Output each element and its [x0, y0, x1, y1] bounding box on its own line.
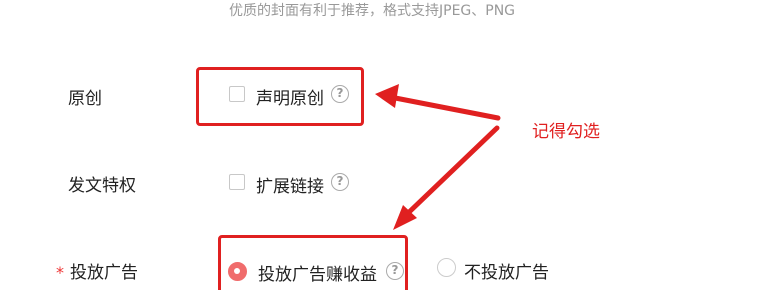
arrow-to-ads — [402, 125, 500, 219]
arrowhead-original-icon — [375, 84, 399, 108]
arrow-to-original — [382, 93, 501, 121]
annotation-arrows — [375, 84, 501, 230]
